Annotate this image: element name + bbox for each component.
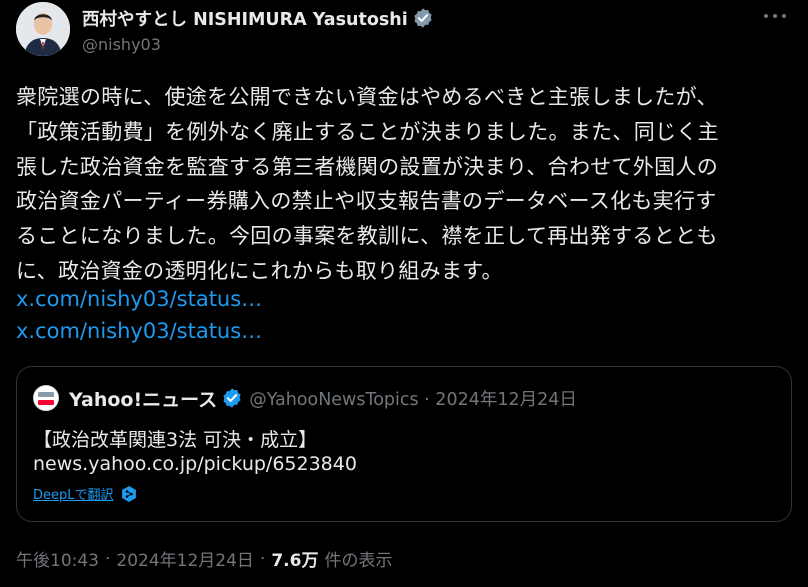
status-link[interactable]: x.com/nishy03/status… — [16, 283, 262, 315]
post-text-line: 政治資金パーティー券購入の禁止や収支報告書のデータベース化も実行す — [16, 189, 717, 214]
post-header: 西村やすとし NISHIMURA Yasutoshi @nishy03 — [16, 2, 792, 60]
post-text: 衆院選の時に、使途を公開できない資金はやめるべきと主張しましたが、 「政策活動費… — [16, 80, 796, 289]
translate-link[interactable]: DeepLで翻訳 — [33, 484, 138, 503]
post-text-line: ることになりました。今回の事案を教訓に、襟を正して再出発するととも — [16, 224, 718, 249]
separator: · — [105, 548, 111, 569]
view-count: 7.6万 — [271, 551, 319, 571]
separator: · — [259, 548, 266, 569]
verified-badge-icon — [223, 388, 241, 408]
post-text-line: 「政策活動費」を例外なく廃止することが決まりました。また、同じく主 — [16, 119, 719, 144]
quoted-author-name: Yahoo!ニュース — [69, 388, 218, 411]
translate-label[interactable]: DeepLで翻訳 — [33, 484, 114, 503]
status-link[interactable]: x.com/nishy03/status… — [16, 315, 262, 347]
post-time[interactable]: 午後10:43 — [16, 546, 99, 571]
verified-badge-icon[interactable] — [412, 7, 434, 29]
post-text-line: 衆院選の時に、使途を公開できない資金はやめるべきと主張しましたが、 — [16, 85, 718, 109]
view-count-label: 件の表示 — [324, 551, 393, 571]
author-avatar[interactable] — [16, 2, 70, 56]
post-links: x.com/nishy03/status… x.com/nishy03/stat… — [16, 283, 262, 347]
quoted-author-avatar — [33, 385, 59, 411]
quoted-post-url: news.yahoo.co.jp/pickup/6523840 — [33, 453, 357, 475]
author-display-name[interactable]: 西村やすとし NISHIMURA Yasutoshi — [82, 6, 408, 31]
author-names: 西村やすとし NISHIMURA Yasutoshi @nishy03 — [82, 5, 434, 54]
quoted-author-handle-date: @YahooNewsTopics · 2024年12月24日 — [249, 389, 577, 410]
more-icon[interactable] — [760, 6, 790, 26]
deepl-icon — [121, 485, 136, 502]
quoted-post[interactable]: Yahoo!ニュース @YahooNewsTopics · 2024年12月24… — [16, 366, 792, 522]
post-text-line: 張した政治資金を監査する第三者機関の設置が決まり、合わせて外国人の — [16, 154, 719, 179]
quoted-post-header: Yahoo!ニュース @YahooNewsTopics · 2024年12月24… — [33, 385, 577, 411]
quoted-post-title: 【政治改革関連3法 可決・成立】 — [33, 429, 318, 451]
author-handle[interactable]: @nishy03 — [82, 35, 434, 54]
post-meta: 午後10:43 · 2024年12月24日 · 7.6万 件の表示 — [16, 546, 393, 572]
post-date[interactable]: 2024年12月24日 — [116, 546, 254, 571]
